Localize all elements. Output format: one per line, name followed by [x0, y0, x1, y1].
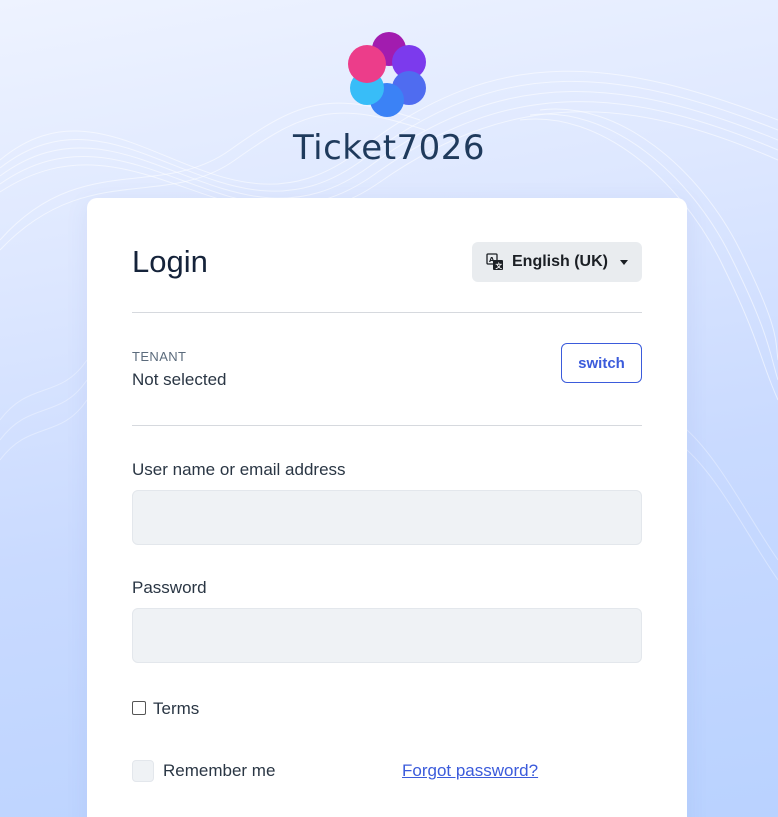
tenant-value: Not selected — [132, 369, 227, 389]
remember-row: Remember me Forgot password? — [132, 760, 642, 782]
tenant-label: TENANT — [132, 348, 187, 364]
tenant-section: TENANT Not selected switch — [132, 313, 642, 426]
language-label: English (UK) — [512, 253, 608, 270]
forgot-password-link[interactable]: Forgot password? — [402, 761, 538, 781]
brand-logo-icon — [348, 32, 426, 117]
terms-row: Terms — [132, 696, 642, 719]
card-header: Login A 文 English (UK) — [132, 198, 642, 313]
login-card: Login A 文 English (UK) TENANT Not select… — [87, 198, 687, 817]
tenant-info: TENANT Not selected — [132, 349, 227, 390]
remember-me-checkbox[interactable] — [132, 760, 154, 782]
page-title: Login — [132, 244, 208, 279]
username-input[interactable] — [132, 490, 642, 545]
switch-tenant-button[interactable]: switch — [561, 343, 642, 383]
password-input[interactable] — [132, 608, 642, 663]
brand-name: Ticket7026 — [292, 128, 486, 168]
terms-checkbox[interactable] — [132, 700, 146, 715]
translate-icon: A 文 — [486, 253, 503, 270]
language-dropdown[interactable]: A 文 English (UK) — [472, 242, 642, 282]
terms-label: Terms — [153, 699, 200, 718]
svg-text:文: 文 — [495, 261, 503, 270]
username-label: User name or email address — [132, 460, 346, 479]
password-label: Password — [132, 578, 207, 597]
remember-me-label: Remember me — [163, 761, 276, 780]
chevron-down-icon — [620, 259, 628, 265]
brand-header: Ticket7026 — [0, 30, 778, 168]
